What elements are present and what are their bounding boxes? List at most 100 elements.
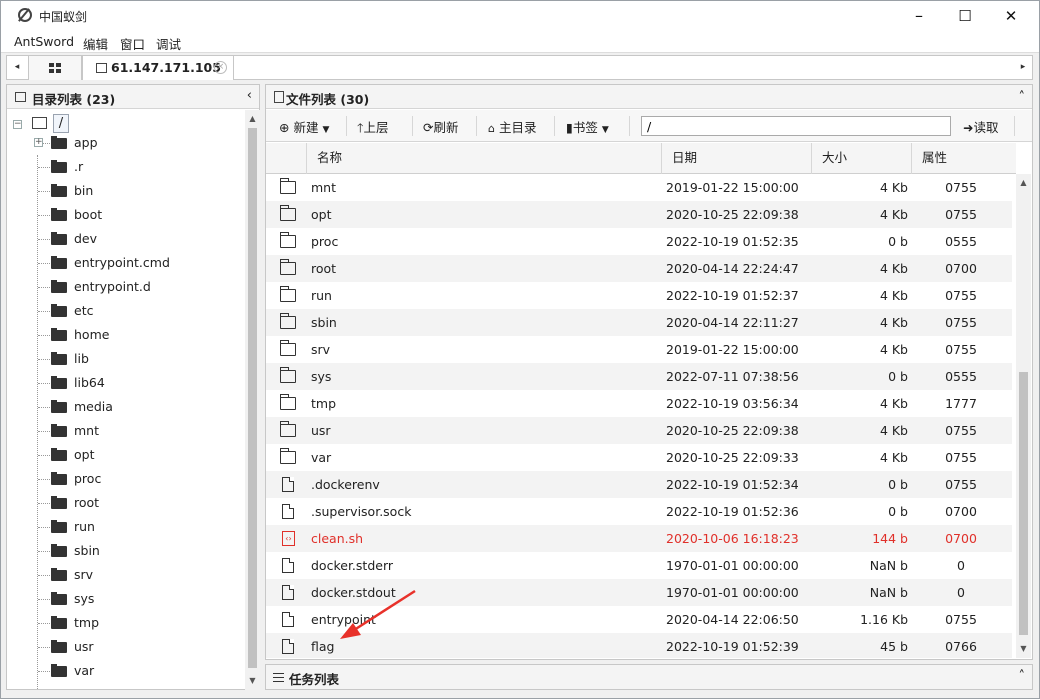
- file-size: 4 Kb: [879, 342, 908, 357]
- collapse-up-icon[interactable]: ˄: [1019, 90, 1026, 105]
- tree-item[interactable]: entrypoint.cmd: [31, 252, 241, 276]
- tree-item-label: opt: [74, 447, 95, 462]
- minimize-button[interactable]: –: [896, 1, 942, 31]
- tab-home[interactable]: [28, 55, 82, 80]
- tree-item[interactable]: bin: [31, 180, 241, 204]
- column-header-name[interactable]: 名称: [306, 143, 661, 174]
- file-row[interactable]: proc 2022-10-19 01:52:35 0 b 0555: [266, 228, 1012, 255]
- bookmark-button[interactable]: ▮书签 ▼: [566, 117, 609, 135]
- file-size: 0 b: [888, 504, 908, 519]
- file-row[interactable]: .dockerenv 2022-10-19 01:52:34 0 b 0755: [266, 471, 1012, 498]
- scroll-down-icon[interactable]: ▼: [245, 674, 260, 688]
- tab-scroll-right-icon[interactable]: ▸: [1016, 56, 1030, 79]
- scroll-down-icon[interactable]: ▼: [1016, 642, 1031, 656]
- folder-icon: [51, 568, 67, 581]
- up-level-button[interactable]: 🡑上层: [357, 117, 389, 135]
- tree-item[interactable]: lib64: [31, 372, 241, 396]
- tree-item[interactable]: dev: [31, 228, 241, 252]
- file-row[interactable]: sys 2022-07-11 07:38:56 0 b 0555: [266, 363, 1012, 390]
- tree-item[interactable]: mnt: [31, 420, 241, 444]
- file-icon: [282, 639, 294, 654]
- file-row[interactable]: run 2022-10-19 01:52:37 4 Kb 0755: [266, 282, 1012, 309]
- tab-shell-session[interactable]: 61.147.171.105 ×: [82, 55, 234, 80]
- scrollbar-thumb[interactable]: [1019, 372, 1028, 635]
- scroll-up-icon[interactable]: ▲: [245, 112, 260, 126]
- tree-item[interactable]: opt: [31, 444, 241, 468]
- tree-item[interactable]: boot: [31, 204, 241, 228]
- new-button[interactable]: ⊕ 新建 ▼: [279, 117, 329, 135]
- folder-icon-cell: [278, 228, 296, 255]
- file-size: 4 Kb: [879, 180, 908, 195]
- file-row[interactable]: entrypoint 2020-04-14 22:06:50 1.16 Kb 0755: [266, 606, 1012, 633]
- menu-antsword[interactable]: AntSword: [14, 34, 74, 49]
- tree-item-label: proc: [74, 471, 102, 486]
- tree-item[interactable]: .r: [31, 156, 241, 180]
- menu-debug[interactable]: 调试: [156, 34, 181, 53]
- tab-scroll-left-icon[interactable]: ◂: [10, 56, 24, 79]
- tree-item[interactable]: lib: [31, 348, 241, 372]
- tree-item[interactable]: sbin: [31, 540, 241, 564]
- file-size: 4 Kb: [879, 423, 908, 438]
- file-row[interactable]: sbin 2020-04-14 22:11:27 4 Kb 0755: [266, 309, 1012, 336]
- close-window-button[interactable]: ✕: [988, 1, 1034, 31]
- tree-item[interactable]: + app: [31, 132, 241, 156]
- file-row[interactable]: docker.stdout 1970-01-01 00:00:00 NaN b 0: [266, 579, 1012, 606]
- menu-window[interactable]: 窗口: [120, 34, 145, 53]
- folder-icon: [51, 448, 67, 461]
- read-button[interactable]: ➜读取: [963, 117, 999, 135]
- tree-connector: [38, 599, 50, 600]
- file-row[interactable]: root 2020-04-14 22:24:47 4 Kb 0700: [266, 255, 1012, 282]
- maximize-button[interactable]: ☐: [942, 1, 988, 31]
- path-input[interactable]: [641, 116, 951, 136]
- tree-item[interactable]: etc: [31, 300, 241, 324]
- tree-item[interactable]: usr: [31, 636, 241, 660]
- toolbar-separator: [629, 116, 630, 136]
- menu-edit[interactable]: 编辑: [83, 34, 108, 53]
- file-row[interactable]: flag 2022-10-19 01:52:39 45 b 0766: [266, 633, 1012, 658]
- tab-close-icon[interactable]: ×: [214, 61, 227, 74]
- file-date: 2022-10-19 01:52:34: [666, 477, 799, 492]
- expand-up-icon[interactable]: ˄: [1019, 669, 1026, 684]
- tree-item[interactable]: proc: [31, 468, 241, 492]
- tree-item[interactable]: home: [31, 324, 241, 348]
- directory-panel: 目录列表 (23) ‹ − / + app .r bin boot dev entrypoi…: [6, 84, 260, 690]
- collapse-icon[interactable]: −: [13, 120, 22, 129]
- directory-scrollbar[interactable]: ▲ ▼: [245, 110, 260, 690]
- folder-icon: [280, 448, 296, 464]
- file-list-scrollbar[interactable]: ▲ ▼: [1016, 174, 1031, 658]
- tree-item[interactable]: sys: [31, 588, 241, 612]
- tree-item[interactable]: tmp: [31, 612, 241, 636]
- tree-item[interactable]: entrypoint.d: [31, 276, 241, 300]
- tree-item[interactable]: srv: [31, 564, 241, 588]
- tree-item[interactable]: run: [31, 516, 241, 540]
- tree-item[interactable]: root: [31, 492, 241, 516]
- collapse-left-icon[interactable]: ‹: [247, 88, 252, 103]
- file-row[interactable]: var 2020-10-25 22:09:33 4 Kb 0755: [266, 444, 1012, 471]
- tree-connector: [38, 575, 50, 576]
- home-dir-button[interactable]: ⌂ 主目录: [488, 117, 536, 135]
- tree-item[interactable]: var: [31, 660, 241, 684]
- folder-icon: [51, 616, 67, 629]
- column-header-size[interactable]: 大小: [811, 143, 911, 174]
- file-row[interactable]: tmp 2022-10-19 03:56:34 4 Kb 1777: [266, 390, 1012, 417]
- expand-icon[interactable]: +: [34, 138, 43, 147]
- column-header-date[interactable]: 日期: [661, 143, 811, 174]
- tree-item[interactable]: media: [31, 396, 241, 420]
- file-row[interactable]: usr 2020-10-25 22:09:38 4 Kb 0755: [266, 417, 1012, 444]
- file-row[interactable]: mnt 2019-01-22 15:00:00 4 Kb 0755: [266, 174, 1012, 201]
- file-row[interactable]: ‹› clean.sh 2020-10-06 16:18:23 144 b 0700: [266, 525, 1012, 552]
- column-header-attr[interactable]: 属性: [911, 143, 1011, 174]
- file-name: .dockerenv: [311, 477, 380, 492]
- folder-icon: [51, 136, 67, 149]
- file-date: 2020-04-14 22:06:50: [666, 612, 799, 627]
- folder-icon: [51, 328, 67, 341]
- refresh-button[interactable]: ⟳刷新: [423, 117, 459, 135]
- file-row[interactable]: .supervisor.sock 2022-10-19 01:52:36 0 b 07…: [266, 498, 1012, 525]
- tree-root-label[interactable]: /: [53, 114, 69, 133]
- scroll-up-icon[interactable]: ▲: [1016, 176, 1031, 190]
- file-row[interactable]: opt 2020-10-25 22:09:38 4 Kb 0755: [266, 201, 1012, 228]
- scrollbar-thumb[interactable]: [248, 128, 257, 668]
- file-row[interactable]: docker.stderr 1970-01-01 00:00:00 NaN b 0: [266, 552, 1012, 579]
- file-name: sys: [311, 369, 332, 384]
- file-row[interactable]: srv 2019-01-22 15:00:00 4 Kb 0755: [266, 336, 1012, 363]
